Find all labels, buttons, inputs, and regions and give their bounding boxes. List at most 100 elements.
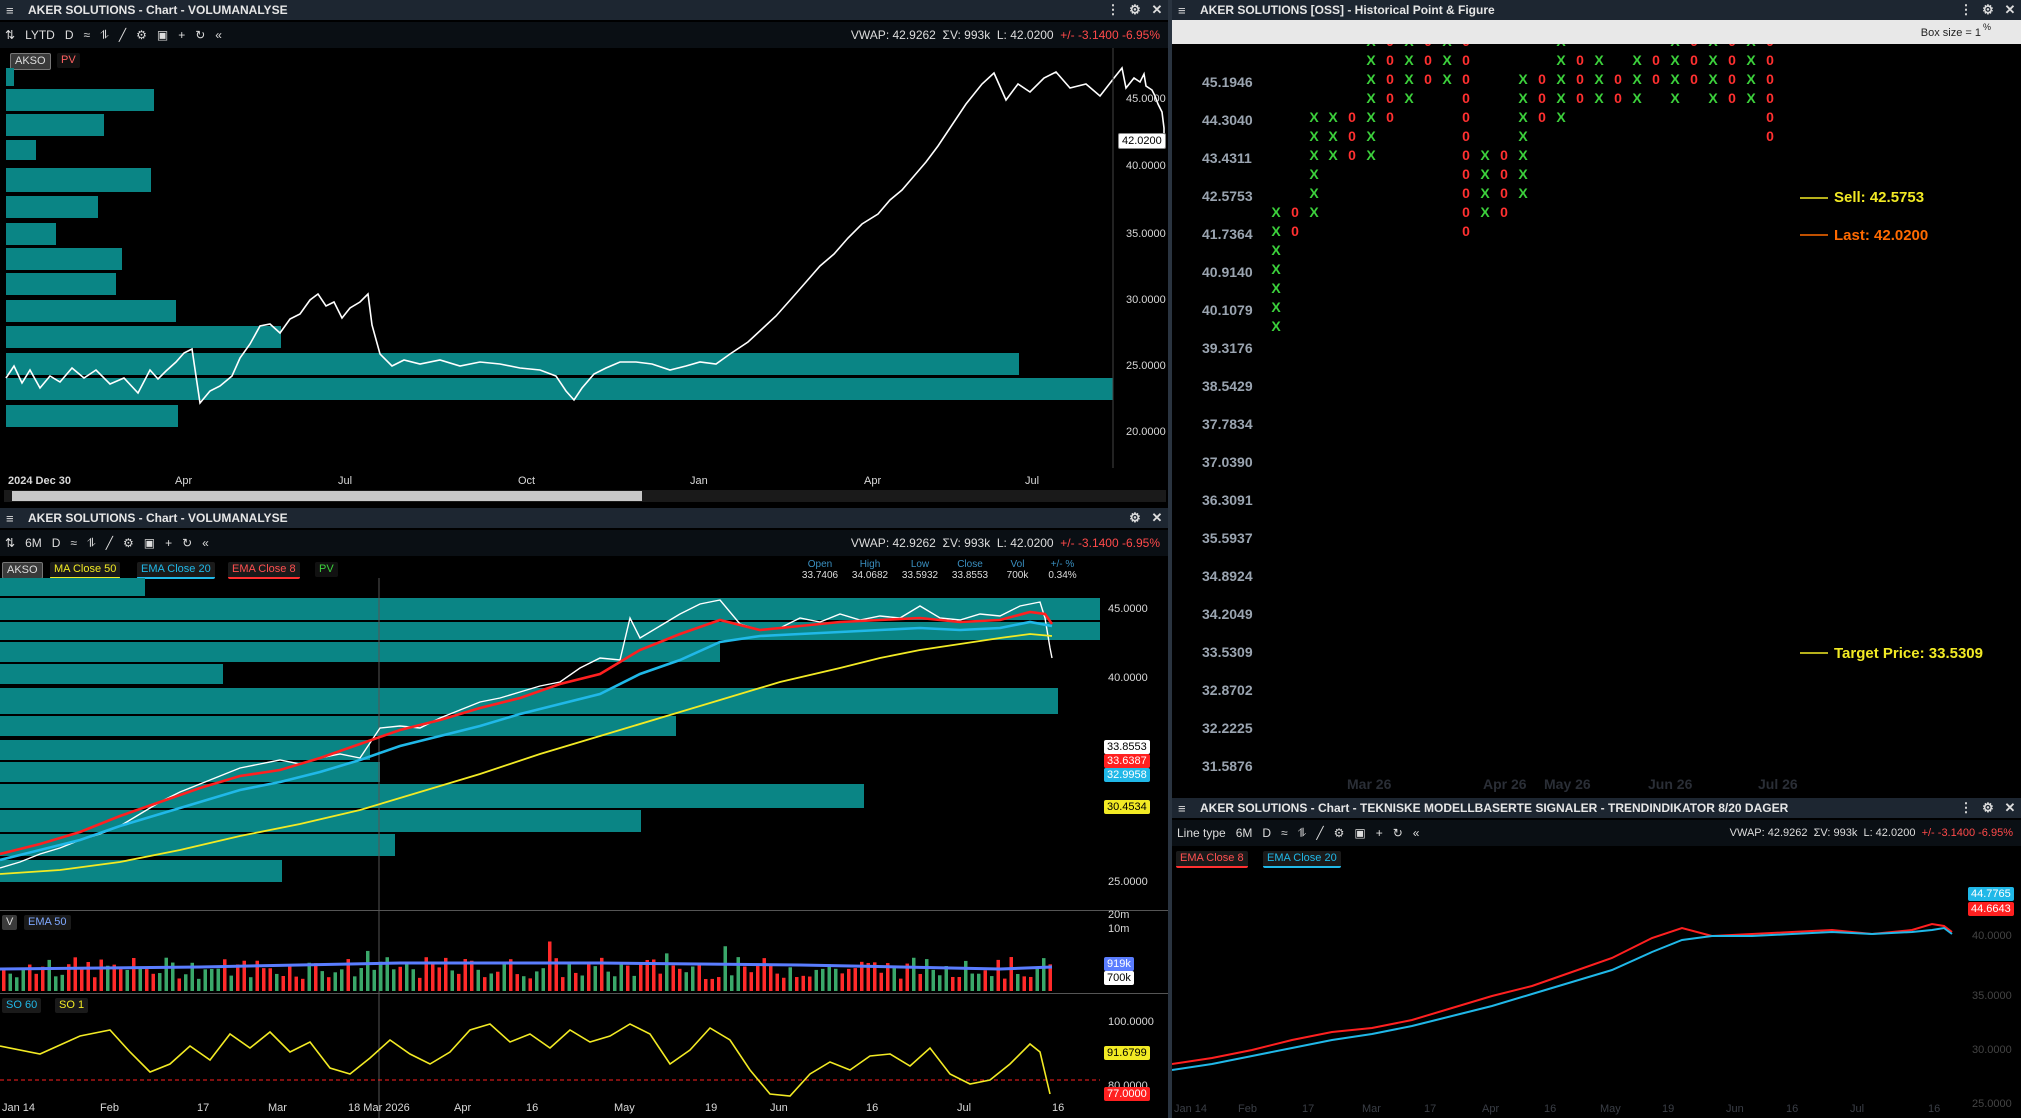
indicator-icon[interactable]: ≈ xyxy=(1276,826,1293,840)
indicator-icon[interactable]: ≈ xyxy=(65,536,82,550)
pf-mark: 0 xyxy=(1462,204,1470,220)
period-select[interactable]: 6M xyxy=(20,536,47,550)
gear-icon[interactable]: ⚙ xyxy=(131,28,152,42)
add-icon[interactable]: + xyxy=(173,28,190,42)
pf-mark: 0 xyxy=(1348,109,1356,125)
gear-icon[interactable]: ⚙ xyxy=(1329,826,1350,840)
interval-select[interactable]: D xyxy=(1257,826,1276,840)
menu-icon[interactable]: ≡ xyxy=(1178,801,1192,816)
layout-icon[interactable]: ▣ xyxy=(152,28,173,42)
volume-bar xyxy=(470,960,474,991)
add-icon[interactable]: + xyxy=(160,536,177,550)
gear-icon[interactable]: ⚙ xyxy=(118,536,139,550)
tag-ema8[interactable]: EMA Close 8 xyxy=(1176,851,1248,868)
tag-akso[interactable]: AKSO xyxy=(2,562,43,579)
menu-icon[interactable]: ≡ xyxy=(6,3,20,18)
ohlc-head: +/- % xyxy=(1050,559,1075,570)
close-icon[interactable]: ✕ xyxy=(1146,2,1168,18)
volume-bar xyxy=(502,962,506,991)
more-icon[interactable]: ⋮ xyxy=(1955,2,1977,18)
x-tick: Jun xyxy=(770,1102,788,1114)
volume-bar xyxy=(626,965,630,991)
so-tick: 100.0000 xyxy=(1108,1016,1154,1028)
settings-icon[interactable]: ⚙ xyxy=(1124,510,1146,526)
scroll-thumb[interactable] xyxy=(12,491,642,501)
interval-select[interactable]: D xyxy=(60,28,79,42)
drawing-icon[interactable]: ⥮ xyxy=(1293,826,1312,841)
close-icon[interactable]: ✕ xyxy=(1999,800,2021,816)
x-tick: 16 xyxy=(866,1102,879,1114)
indicator-icon[interactable]: ≈ xyxy=(79,28,96,42)
refresh-icon[interactable]: ↻ xyxy=(190,28,210,42)
period-select[interactable]: LYTD xyxy=(20,28,60,42)
layout-icon[interactable]: ▣ xyxy=(139,536,160,550)
refresh-icon[interactable]: ↻ xyxy=(1388,826,1408,840)
interval-icon[interactable]: ⇅ xyxy=(0,28,20,42)
x-tick: Jul xyxy=(957,1102,972,1114)
refresh-icon[interactable]: ↻ xyxy=(177,536,197,550)
volume-bar xyxy=(515,974,519,991)
volume-bar xyxy=(288,965,292,991)
x-tick: Jun xyxy=(1726,1103,1744,1115)
tag-ema20[interactable]: EMA Close 20 xyxy=(137,562,215,579)
collapse-icon[interactable]: « xyxy=(197,536,214,550)
pf-mark: X xyxy=(1670,52,1680,68)
x-tick: 16 xyxy=(526,1102,539,1114)
settings-icon[interactable]: ⚙ xyxy=(1977,2,1999,18)
tag-pv[interactable]: PV xyxy=(315,562,338,577)
x-tick: 17 xyxy=(1424,1103,1437,1115)
volume-bar xyxy=(795,977,799,991)
x-tick: Jul xyxy=(338,475,353,487)
volume-bar xyxy=(639,962,643,991)
interval-icon[interactable]: ⇅ xyxy=(0,536,20,550)
volume-bar xyxy=(398,966,402,991)
settings-icon[interactable]: ⚙ xyxy=(1977,800,1999,816)
pf-x-tick: Mar 26 xyxy=(1347,776,1392,792)
period-select[interactable]: 6M xyxy=(1231,826,1258,840)
volume-bar xyxy=(340,969,344,991)
volume-pane[interactable]: V EMA 50 20m 10m 919k 700k xyxy=(0,909,1168,1003)
y-tick: 30.0000 xyxy=(1972,1044,2012,1056)
add-icon[interactable]: + xyxy=(1371,826,1388,840)
layout-icon[interactable]: ▣ xyxy=(1349,826,1370,840)
ohlc-head: Close xyxy=(957,559,983,570)
more-icon[interactable]: ⋮ xyxy=(1102,2,1124,18)
trend-chart[interactable] xyxy=(1172,868,1972,1108)
boxsize-bar: Box size = 1 % xyxy=(1172,20,2021,44)
line-type-select[interactable]: Line type xyxy=(1172,826,1231,840)
volume-bar xyxy=(41,966,45,991)
drawing-icon[interactable]: ⥮ xyxy=(82,536,101,551)
menu-icon[interactable]: ≡ xyxy=(1178,3,1192,18)
pf-mark: 0 xyxy=(1462,147,1470,163)
stochastic-pane[interactable]: SO 60 SO 1 100.0000 80.0000 91.6799 77.0… xyxy=(0,993,1168,1104)
pf-grid[interactable]: XXXXXXX00XXXXXXXXX000XXXXXXX00000XXXX000… xyxy=(1172,44,2021,800)
x-tick: 18 Mar 2026 xyxy=(348,1102,410,1114)
pf-mark: 0 xyxy=(1348,147,1356,163)
sum-volume: ΣV: 993k xyxy=(942,536,991,550)
so-value-box: 91.6799 xyxy=(1104,1046,1150,1060)
price-chart-top[interactable] xyxy=(0,48,1168,468)
interval-select[interactable]: D xyxy=(47,536,66,550)
collapse-icon[interactable]: « xyxy=(210,28,227,42)
pf-mark: 0 xyxy=(1538,90,1546,106)
tag-ma50[interactable]: MA Close 50 xyxy=(50,562,121,579)
y-tick: 25.0000 xyxy=(1108,876,1148,888)
volume-bar xyxy=(762,958,766,991)
tag-ema8[interactable]: EMA Close 8 xyxy=(228,562,300,579)
settings-icon[interactable]: ⚙ xyxy=(1124,2,1146,18)
line-tool-icon[interactable]: ╱ xyxy=(101,536,118,550)
tag-ema20[interactable]: EMA Close 20 xyxy=(1263,851,1341,868)
drawing-icon[interactable]: ⥮ xyxy=(95,28,114,43)
more-icon[interactable]: ⋮ xyxy=(1955,800,1977,816)
line-tool-icon[interactable]: ╱ xyxy=(1311,826,1328,840)
close-icon[interactable]: ✕ xyxy=(1146,510,1168,526)
chart-toolbar: ⇅ LYTD D ≈ ⥮ ╱ ⚙ ▣ + ↻ « VWAP: 42.9262 Σ… xyxy=(0,22,1168,48)
collapse-icon[interactable]: « xyxy=(1408,826,1425,840)
pf-mark: X xyxy=(1442,71,1452,87)
line-tool-icon[interactable]: ╱ xyxy=(114,28,131,42)
pf-mark: 0 xyxy=(1614,71,1622,87)
horizontal-scrollbar[interactable] xyxy=(4,490,1166,502)
close-icon[interactable]: ✕ xyxy=(1999,2,2021,18)
pf-mark: X xyxy=(1670,90,1680,106)
menu-icon[interactable]: ≡ xyxy=(6,511,20,526)
